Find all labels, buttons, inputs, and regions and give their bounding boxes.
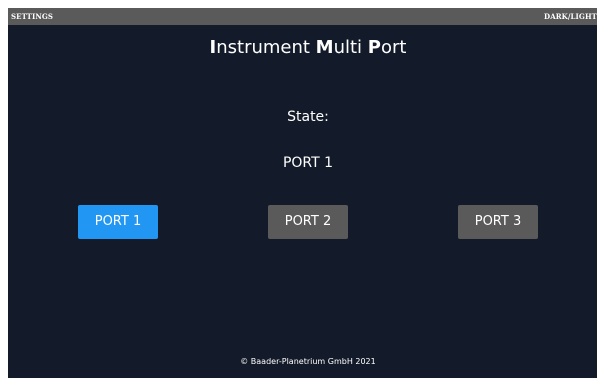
- page-title: Instrument Multi Port: [8, 37, 597, 58]
- port-1-button[interactable]: PORT 1: [78, 205, 158, 239]
- top-bar: SETTINGS DARK/LIGHT: [8, 8, 597, 25]
- main-panel: Instrument Multi Port State: PORT 1 PORT…: [8, 25, 597, 378]
- state-value: PORT 1: [282, 155, 334, 171]
- title-word-port: ort: [381, 37, 407, 58]
- port-3-button[interactable]: PORT 3: [458, 205, 538, 239]
- app-frame: SETTINGS DARK/LIGHT Instrument Multi Por…: [0, 0, 597, 385]
- title-word-multi: ulti: [333, 37, 368, 58]
- title-initial-p: P: [367, 37, 381, 58]
- port-2-button[interactable]: PORT 2: [268, 205, 348, 239]
- settings-button[interactable]: SETTINGS: [11, 8, 53, 25]
- footer-copyright: © Baader-Planetrium GmbH 2021: [240, 357, 376, 366]
- state-label: State:: [287, 109, 329, 125]
- title-initial-m: M: [315, 37, 334, 58]
- title-word-instrument: nstrument: [216, 37, 316, 58]
- dark-light-toggle[interactable]: DARK/LIGHT: [544, 8, 597, 25]
